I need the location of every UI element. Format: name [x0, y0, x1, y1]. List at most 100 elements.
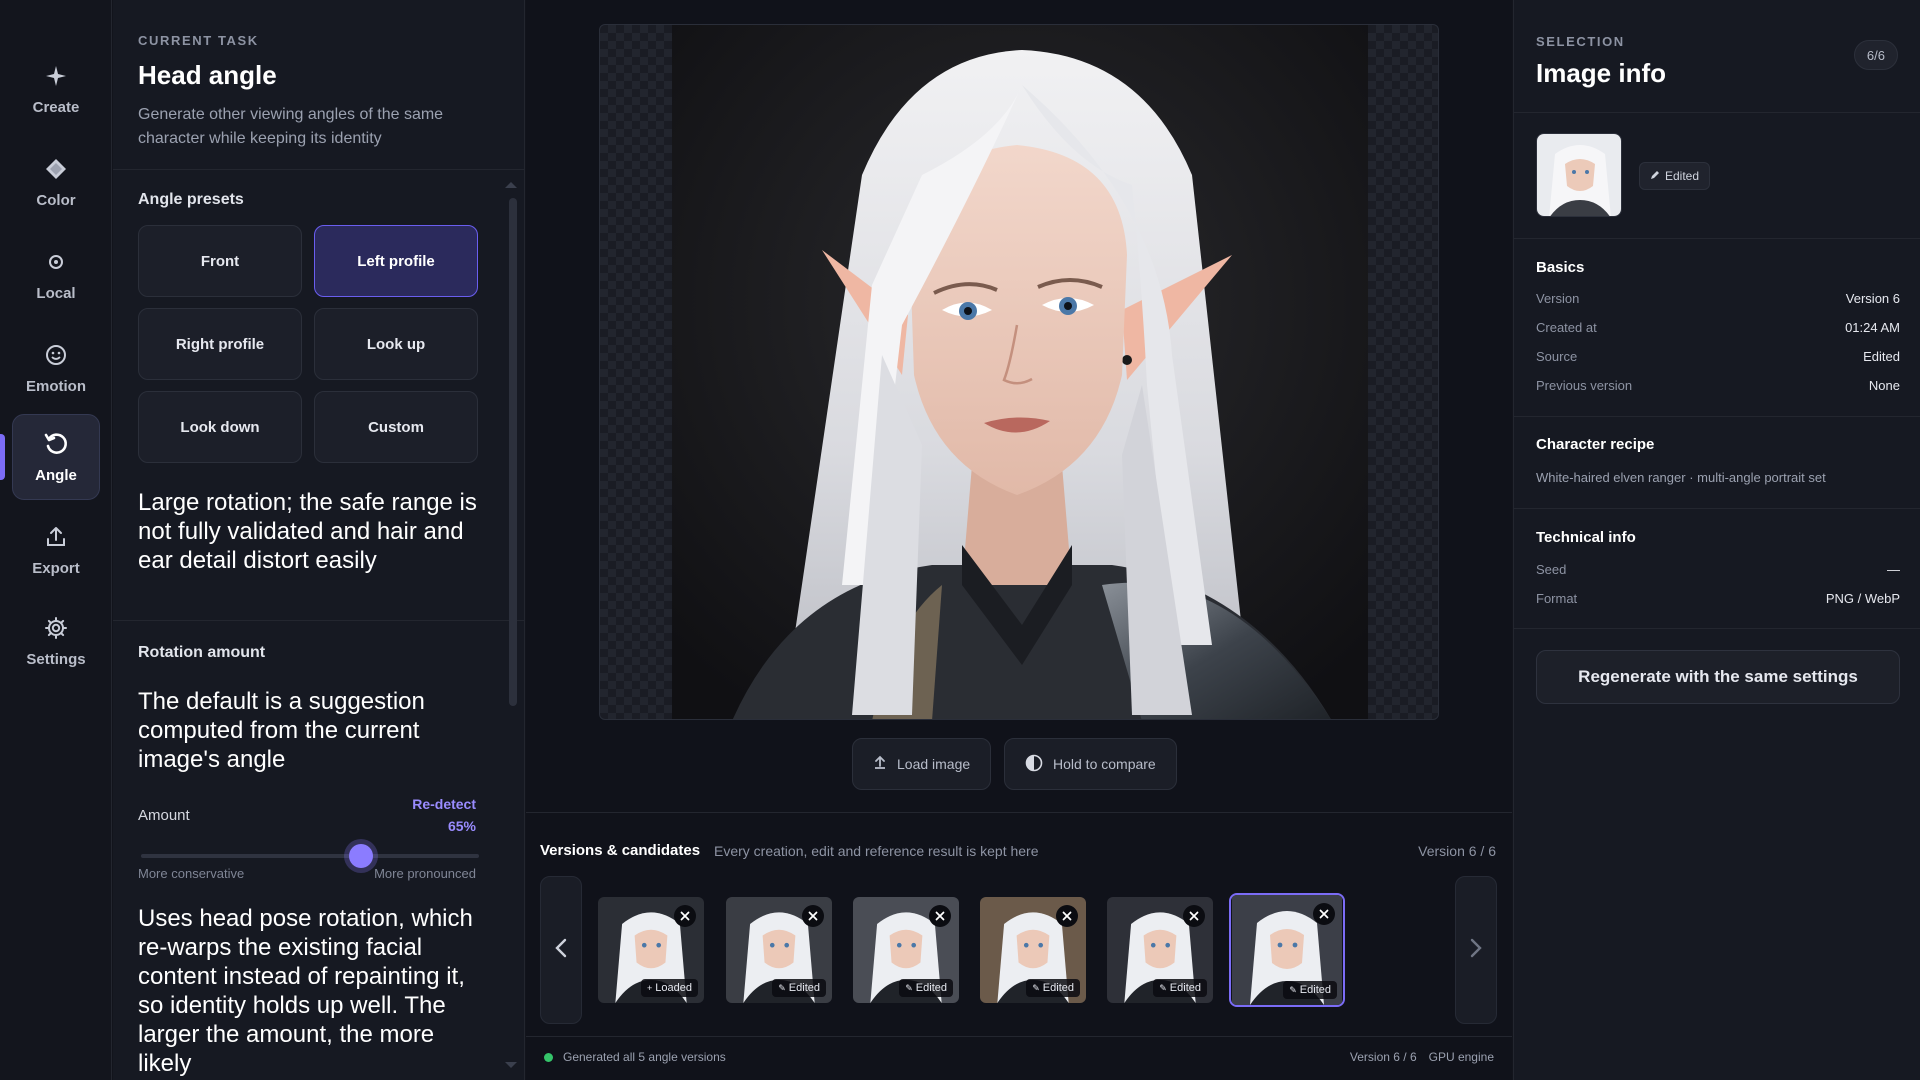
remove-version-button[interactable]: [802, 905, 824, 927]
pencil-icon: ✎: [778, 982, 786, 993]
versions-title: Versions & candidates: [540, 842, 701, 859]
status-indicator-dot: [544, 1053, 553, 1062]
kv-key: Created at: [1536, 320, 1597, 335]
nav-export[interactable]: Export: [12, 507, 100, 593]
preset-right-profile[interactable]: Right profile: [138, 308, 302, 380]
scroll-up-arrow[interactable]: [505, 182, 517, 188]
smile-icon: [43, 342, 69, 368]
version-tag-label: Edited: [1169, 982, 1201, 994]
pencil-icon: [1650, 169, 1660, 183]
nav-angle[interactable]: Angle: [12, 414, 100, 500]
nav-label-color: Color: [36, 191, 76, 209]
angle-preset-grid: Front Left profile Right profile Look up…: [138, 225, 478, 463]
version-tag-label: Edited: [1042, 982, 1074, 994]
scroll-down-arrow[interactable]: [505, 1062, 517, 1068]
gear-icon: [43, 615, 69, 641]
kv-value: —: [1887, 562, 1900, 577]
slider-min-label: More conservative: [138, 866, 245, 881]
upload-icon: [43, 524, 69, 550]
remove-version-button[interactable]: [674, 905, 696, 927]
remove-version-button[interactable]: [1183, 905, 1205, 927]
task-scrollbar[interactable]: [509, 198, 517, 706]
remove-version-button[interactable]: [1313, 903, 1335, 925]
edited-chip-label: Edited: [1665, 169, 1700, 183]
pencil-icon: ✎: [1289, 984, 1297, 995]
info-divider: [1514, 416, 1920, 417]
preset-custom[interactable]: Custom: [314, 391, 478, 463]
amount-slider-track[interactable]: [141, 854, 479, 858]
preset-front[interactable]: Front: [138, 225, 302, 297]
status-message: Generated all 5 angle versions: [563, 1050, 726, 1064]
version-thumbnail[interactable]: + Loaded: [596, 895, 706, 1005]
status-divider: [526, 1036, 1512, 1037]
compare-icon: [1025, 754, 1043, 775]
version-tag-label: Loaded: [655, 982, 692, 994]
close-icon: [808, 911, 818, 921]
close-icon: [935, 911, 945, 921]
amount-slider-thumb[interactable]: [348, 844, 373, 868]
nav-label-emotion: Emotion: [26, 377, 86, 395]
nav-label-create: Create: [32, 98, 80, 116]
rotate-icon: [43, 431, 69, 457]
compare-label: Hold to compare: [1053, 756, 1156, 772]
version-thumbnail[interactable]: ✎ Edited: [1229, 893, 1345, 1007]
version-thumbnail[interactable]: ✎ Edited: [851, 895, 961, 1005]
versions-divider: [526, 812, 1512, 813]
preset-look-down[interactable]: Look down: [138, 391, 302, 463]
status-version: Version 6 / 6: [1349, 1050, 1417, 1064]
kv-value: Version 6: [1845, 291, 1900, 306]
version-tag-label: Edited: [1299, 984, 1331, 996]
kv-key: Format: [1536, 591, 1578, 606]
left-nav: Create Color Local Emotion Angle Export: [0, 0, 112, 1080]
nav-emotion[interactable]: Emotion: [12, 325, 100, 411]
version-thumbnail[interactable]: ✎ Edited: [1105, 895, 1215, 1005]
version-tag: ✎ Edited: [1283, 981, 1337, 999]
versions-prev-button[interactable]: [540, 876, 582, 1024]
amount-value: 65%: [447, 818, 476, 834]
kv-value: Edited: [1863, 349, 1900, 364]
nav-settings[interactable]: Settings: [12, 598, 100, 684]
nav-local[interactable]: Local: [12, 232, 100, 318]
remove-version-button[interactable]: [929, 905, 951, 927]
regenerate-button[interactable]: Regenerate with the same settings: [1536, 650, 1900, 704]
chevron-left-icon: [555, 938, 567, 963]
basics-row-previous: Previous version None: [1536, 378, 1900, 393]
recipe-title: Character recipe: [1536, 436, 1655, 453]
versions-next-button[interactable]: [1455, 876, 1497, 1024]
version-thumbnail[interactable]: ✎ Edited: [978, 895, 1088, 1005]
nav-label-local: Local: [36, 284, 76, 302]
redetect-button[interactable]: Re-detect: [412, 796, 476, 812]
status-engine: GPU engine: [1428, 1050, 1494, 1064]
remove-version-button[interactable]: [1056, 905, 1078, 927]
load-image-button[interactable]: Load image: [852, 738, 992, 790]
version-tag: ✎ Edited: [772, 979, 826, 997]
selected-image-thumbnail[interactable]: [1536, 133, 1622, 217]
image-info-panel: SELECTION Image info 6/6 Edited Basics V…: [1513, 0, 1920, 1080]
nav-create[interactable]: Create: [12, 46, 100, 132]
info-divider: [1514, 508, 1920, 509]
target-icon: [43, 249, 69, 275]
pencil-icon: ✎: [1032, 982, 1040, 993]
amount-label: Amount: [138, 807, 190, 824]
nav-active-indicator: [0, 434, 5, 480]
selection-count-badge: 6/6: [1853, 40, 1898, 70]
version-tag: ✎ Edited: [1026, 979, 1080, 997]
edited-chip: Edited: [1639, 162, 1711, 190]
preset-look-up[interactable]: Look up: [314, 308, 478, 380]
kv-value: None: [1868, 378, 1900, 393]
section-divider: [113, 620, 524, 621]
hold-to-compare-button[interactable]: Hold to compare: [1004, 738, 1177, 790]
version-thumbnail[interactable]: ✎ Edited: [724, 895, 834, 1005]
nav-color[interactable]: Color: [12, 139, 100, 225]
image-canvas[interactable]: [599, 24, 1439, 720]
task-header: CURRENT TASK Head angle Generate other v…: [113, 0, 524, 170]
info-divider: [1514, 112, 1920, 113]
version-tag: + Loaded: [641, 979, 698, 997]
nav-label-angle: Angle: [35, 466, 77, 484]
basics-row-source: Source Edited: [1536, 349, 1900, 364]
versions-subtitle: Every creation, edit and reference resul…: [714, 843, 1039, 859]
preset-left-profile[interactable]: Left profile: [314, 225, 478, 297]
plus-icon: +: [647, 983, 653, 993]
recipe-text: White-haired elven ranger · multi-angle …: [1536, 470, 1826, 485]
tech-row-format: Format PNG / WebP: [1536, 591, 1900, 606]
